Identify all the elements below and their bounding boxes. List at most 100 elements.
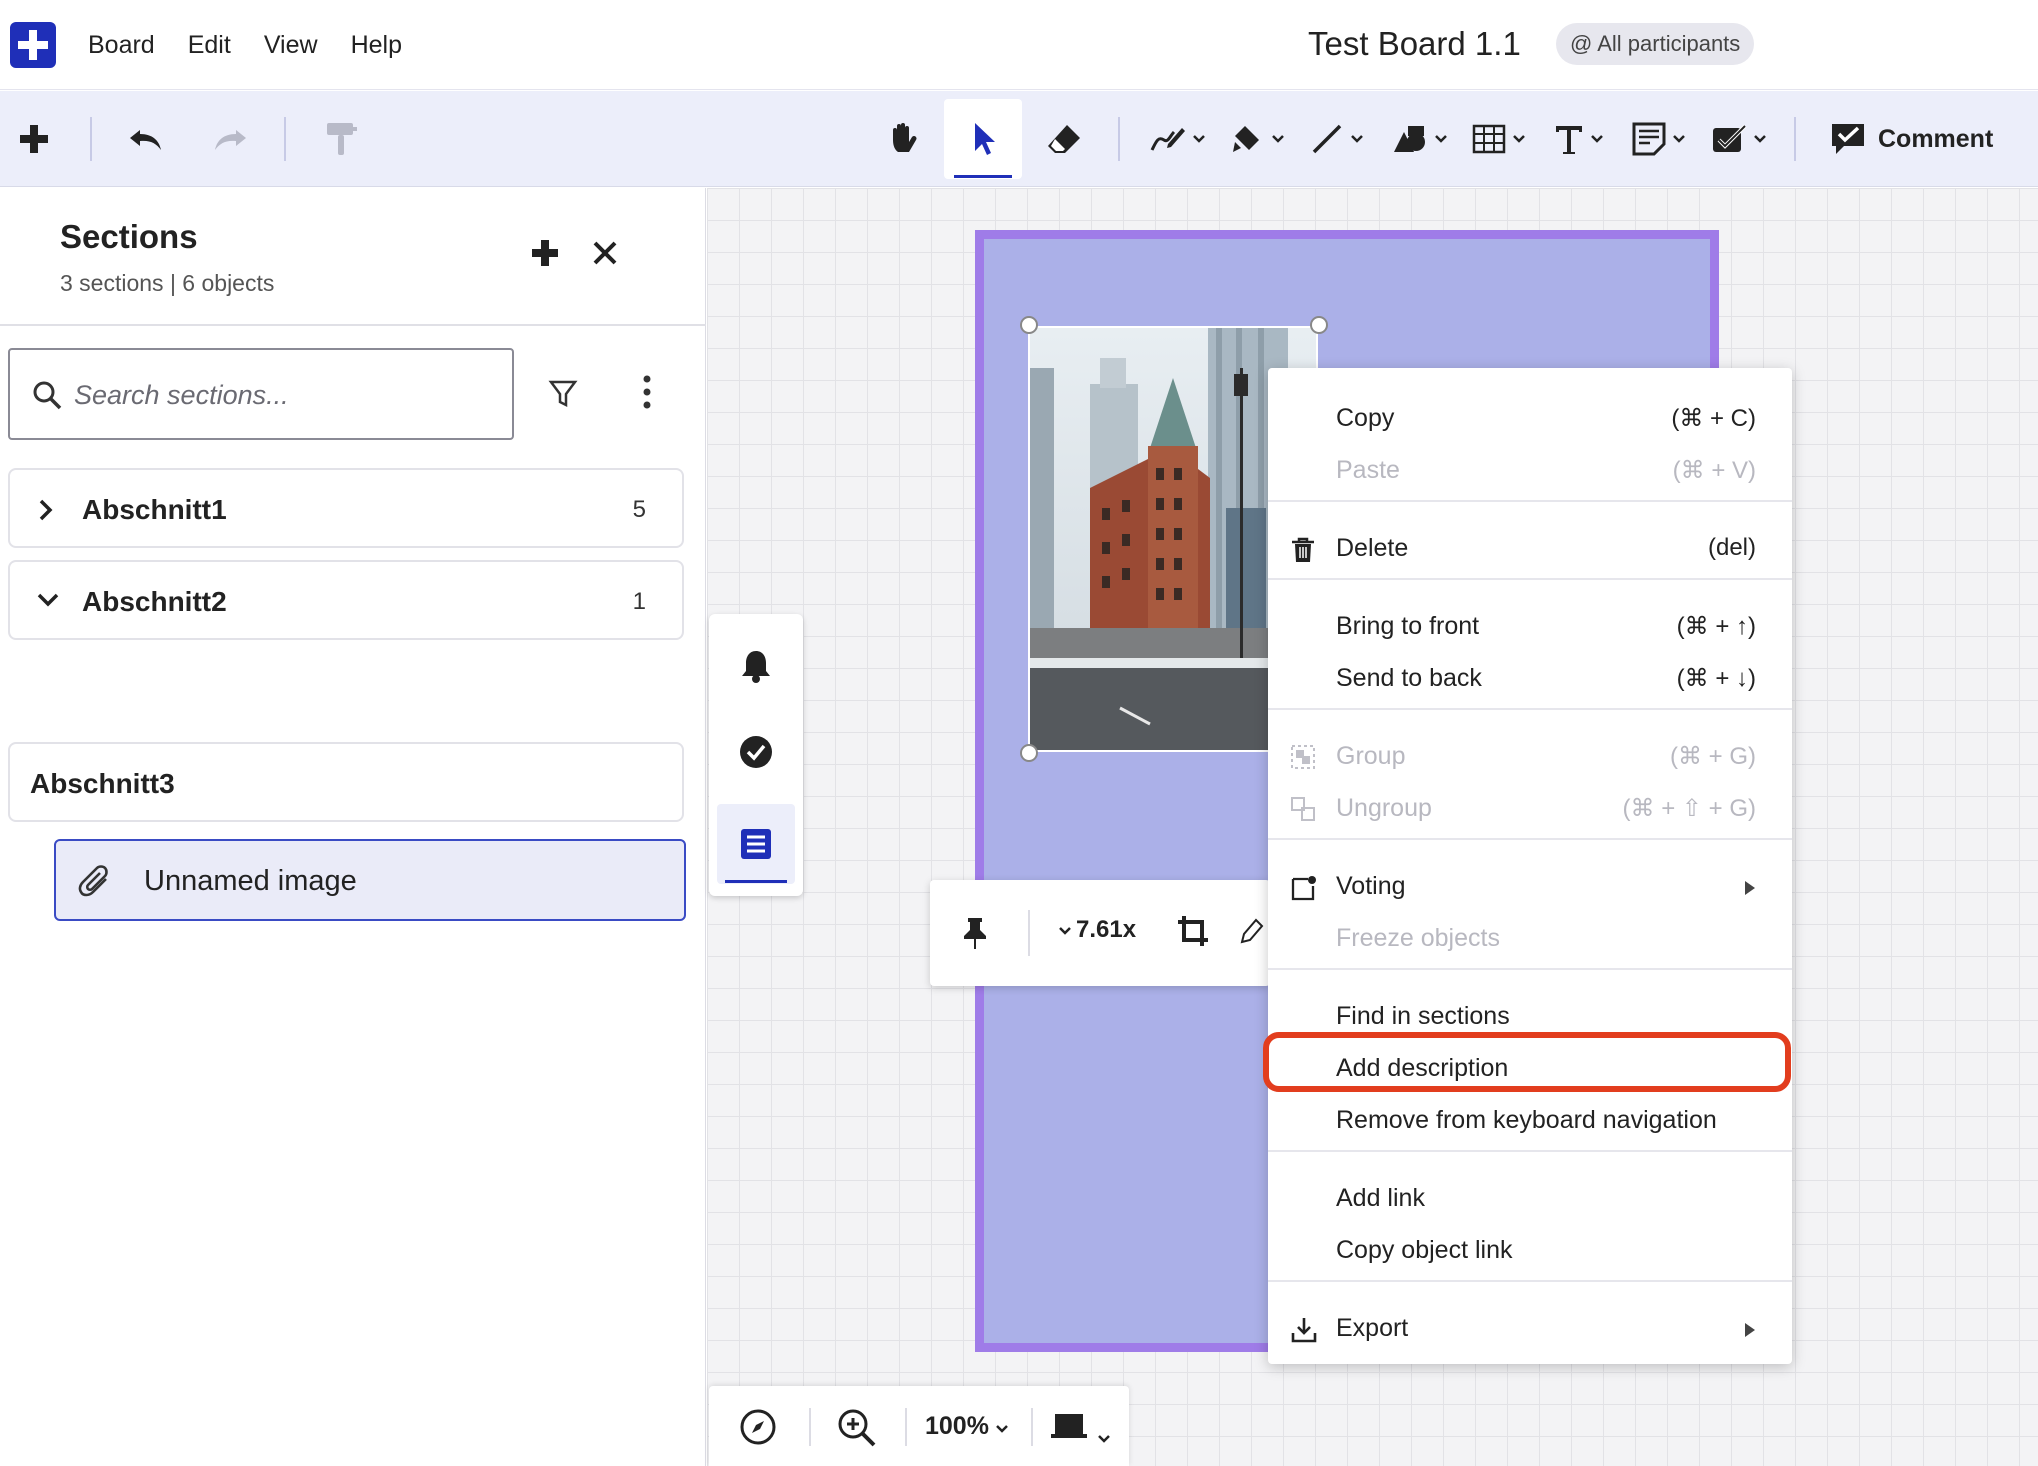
comment-button[interactable]: Comment	[1830, 91, 1993, 187]
menu-item-add-link[interactable]: Add link	[1268, 1174, 1792, 1226]
menu-item-label: Copy	[1336, 404, 1395, 432]
menu-item-send-to-back[interactable]: Send to back (⌘ + ↓)	[1268, 654, 1792, 706]
menu-help[interactable]: Help	[351, 0, 402, 90]
chevron-down-icon	[1513, 135, 1525, 143]
add-section-icon[interactable]	[530, 238, 560, 273]
menu-item-shortcut: (⌘ + C)	[1671, 405, 1756, 432]
menu-item-freeze-objects[interactable]: Freeze objects	[1268, 914, 1792, 966]
toolbar-divider	[809, 1408, 811, 1446]
section-row-abschnitt1[interactable]: Abschnitt1 5	[8, 468, 684, 548]
section-label: Abschnitt2	[82, 586, 227, 617]
menu-item-label: Remove from keyboard navigation	[1336, 1106, 1717, 1134]
image-scale-dropdown[interactable]: 7.61x	[1058, 916, 1136, 944]
shapes-icon	[1394, 126, 1425, 152]
section-row-abschnitt3[interactable]: Abschnitt3	[8, 742, 684, 822]
text-icon	[1556, 126, 1582, 154]
more-options-icon[interactable]	[642, 374, 652, 415]
menu-view[interactable]: View	[264, 0, 318, 90]
menu-divider	[1268, 578, 1792, 580]
menu-item-ungroup[interactable]: Ungroup (⌘ + ⇧ + G)	[1268, 784, 1792, 836]
active-panel-indicator	[725, 880, 787, 883]
menu-edit[interactable]: Edit	[188, 0, 231, 90]
shape-tool-dropdown[interactable]	[1384, 91, 1454, 187]
zoom-level-dropdown[interactable]: 100%	[925, 1412, 1009, 1441]
menu-item-copy-object-link[interactable]: Copy object link	[1268, 1226, 1792, 1278]
side-mini-toolbar	[709, 614, 803, 896]
chevron-down-icon[interactable]	[36, 590, 60, 615]
resize-handle[interactable]	[1310, 316, 1328, 334]
ungroup-icon	[1290, 796, 1316, 827]
menu-item-voting[interactable]: Voting	[1268, 862, 1792, 914]
group-icon	[1290, 744, 1316, 775]
menu-board[interactable]: Board	[88, 0, 155, 90]
pin-icon[interactable]	[962, 916, 988, 955]
table-tool-dropdown[interactable]	[1466, 91, 1532, 187]
line-tool-dropdown[interactable]	[1304, 91, 1370, 187]
menu-item-label: Export	[1336, 1314, 1409, 1342]
menu-item-label: Ungroup	[1336, 794, 1432, 822]
undo-icon[interactable]	[126, 91, 166, 187]
menu-item-shortcut: (⌘ + ↑)	[1676, 613, 1756, 640]
zoom-in-icon[interactable]	[837, 1408, 877, 1453]
sections-panel: Sections 3 sections | 6 objects Abschnit…	[0, 188, 706, 1466]
search-icon	[32, 380, 62, 415]
search-input[interactable]	[74, 372, 494, 418]
table-icon	[1472, 124, 1506, 154]
add-icon[interactable]	[14, 91, 54, 187]
sections-list-icon[interactable]	[717, 804, 795, 884]
hand-tool-icon[interactable]	[882, 91, 926, 187]
eraser-icon[interactable]	[1042, 91, 1086, 187]
check-circle-icon[interactable]	[709, 712, 803, 792]
app-logo-icon[interactable]	[10, 22, 56, 68]
menu-item-shortcut: (⌘ + V)	[1672, 457, 1756, 484]
filter-icon[interactable]	[548, 378, 578, 413]
sticky-note-tool-dropdown[interactable]	[1626, 91, 1692, 187]
text-tool-dropdown[interactable]	[1546, 91, 1612, 187]
menu-item-label: Delete	[1336, 534, 1409, 562]
menu-item-paste[interactable]: Paste (⌘ + V)	[1268, 446, 1792, 498]
notifications-bell-icon[interactable]	[709, 626, 803, 706]
section-row-abschnitt2[interactable]: Abschnitt2 1	[8, 560, 684, 640]
device-view-dropdown[interactable]	[1049, 1408, 1111, 1449]
menu-item-copy[interactable]: Copy (⌘ + C)	[1268, 394, 1792, 446]
menu-item-label: Freeze objects	[1336, 924, 1500, 952]
redo-icon[interactable]	[210, 91, 250, 187]
chevron-down-icon	[1272, 135, 1284, 143]
menu-bar: Board Edit View Help Test Board 1.1 @ Al…	[0, 0, 2038, 90]
toolbar-divider	[905, 1408, 907, 1446]
menu-item-bring-to-front[interactable]: Bring to front (⌘ + ↑)	[1268, 602, 1792, 654]
section-count: 1	[632, 588, 646, 615]
participants-badge[interactable]: @ All participants	[1556, 23, 1755, 65]
edit-pen-icon[interactable]	[1240, 918, 1264, 949]
chevron-down-icon	[1591, 135, 1603, 143]
pen-tool-dropdown[interactable]	[1142, 91, 1212, 187]
menu-item-label: Bring to front	[1336, 612, 1480, 640]
menu-item-export[interactable]: Export	[1268, 1304, 1792, 1356]
marker-tool-dropdown[interactable]	[1224, 91, 1290, 187]
menu-item-remove-from-keyboard-navigation[interactable]: Remove from keyboard navigation	[1268, 1096, 1792, 1148]
board-title[interactable]: Test Board 1.1	[1308, 22, 1521, 66]
menu-item-label: Add link	[1336, 1184, 1425, 1212]
resize-handle[interactable]	[1020, 744, 1038, 762]
select-tool-icon[interactable]	[962, 91, 1006, 187]
menu-item-label: Paste	[1336, 456, 1400, 484]
menu-divider	[1268, 968, 1792, 970]
approve-tool-dropdown[interactable]	[1706, 91, 1772, 187]
menu-divider	[1268, 1280, 1792, 1282]
resize-handle[interactable]	[1020, 316, 1038, 334]
pen-icon	[1150, 128, 1185, 151]
panel-divider	[0, 324, 706, 326]
compass-icon[interactable]	[739, 1408, 777, 1451]
close-icon[interactable]	[590, 238, 620, 273]
chevron-right-icon[interactable]	[36, 498, 56, 527]
format-painter-icon[interactable]	[322, 91, 362, 187]
chevron-down-icon	[996, 1425, 1008, 1433]
menu-item-delete[interactable]: Delete (del)	[1268, 524, 1792, 576]
line-icon	[1312, 124, 1342, 154]
section-object-unnamed-image[interactable]: Unnamed image	[54, 839, 686, 921]
menu-divider	[1268, 708, 1792, 710]
crop-icon[interactable]	[1176, 914, 1210, 953]
chevron-down-icon	[1098, 1435, 1111, 1443]
toolbar-divider	[284, 117, 286, 161]
menu-item-group[interactable]: Group (⌘ + G)	[1268, 732, 1792, 784]
